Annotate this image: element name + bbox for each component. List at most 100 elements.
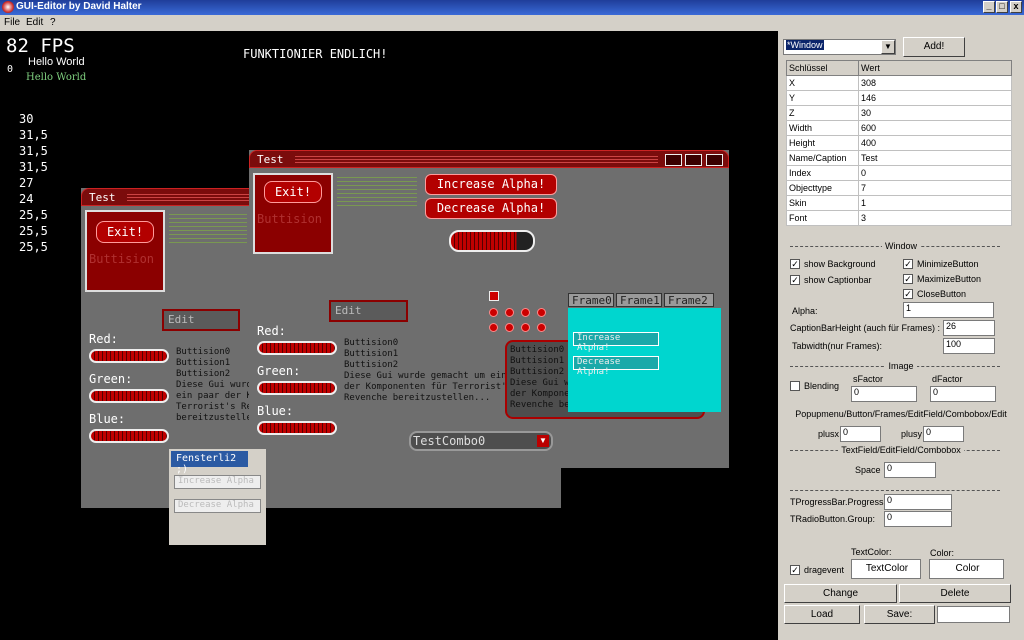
radio-button[interactable]: [537, 323, 546, 332]
red-progress-bar[interactable]: [257, 341, 337, 355]
table-row[interactable]: Skin 1: [786, 195, 1012, 211]
captionbarheight-input[interactable]: 26: [943, 320, 995, 336]
close-button[interactable]: x: [1010, 1, 1022, 13]
radio-button[interactable]: [505, 308, 514, 317]
popup-item-increase-alpha[interactable]: Increase Alpha: [174, 475, 261, 489]
exit-button[interactable]: Exit!: [264, 181, 322, 203]
frame-increase-alpha-button[interactable]: Increase Alpha!: [573, 332, 659, 353]
popup-title[interactable]: Fensterli2 ;): [171, 451, 248, 475]
number-item: 31,5: [19, 144, 48, 158]
row-value[interactable]: 600: [858, 120, 1012, 136]
blending-checkbox[interactable]: [790, 381, 800, 391]
alpha-input[interactable]: 1: [903, 302, 994, 318]
row-value[interactable]: 146: [858, 90, 1012, 106]
row-key: Objecttype: [786, 180, 859, 196]
test-window-front[interactable]: Test Exit! Buttision Increase Alpha! Dec…: [249, 150, 729, 468]
blue-progress-bar[interactable]: [257, 421, 337, 435]
minimize-button-checkbox[interactable]: ✓: [903, 259, 913, 269]
frame-decrease-alpha-button[interactable]: Decrease Alpha!: [573, 356, 659, 377]
menu-file[interactable]: File: [4, 17, 20, 28]
row-value[interactable]: 308: [858, 75, 1012, 91]
show-captionbar-checkbox[interactable]: ✓: [790, 275, 800, 285]
change-button[interactable]: Change: [784, 584, 897, 603]
red-progress-bar[interactable]: [89, 349, 169, 363]
row-value[interactable]: 7: [858, 180, 1012, 196]
render-canvas[interactable]: 82 FPS 0 Hello World Hello World FUNKTIO…: [0, 31, 778, 640]
window-minimize-button[interactable]: [665, 154, 682, 166]
maximize-button-checkbox[interactable]: ✓: [903, 274, 913, 284]
row-value[interactable]: 1: [858, 195, 1012, 211]
increase-alpha-button[interactable]: Increase Alpha!: [425, 174, 557, 195]
window-caption[interactable]: Test: [249, 150, 729, 168]
exit-button[interactable]: Exit!: [96, 221, 154, 243]
radio-button[interactable]: [489, 323, 498, 332]
close-button-checkbox[interactable]: ✓: [903, 289, 913, 299]
tabwidth-input[interactable]: 100: [943, 338, 995, 354]
chevron-down-icon[interactable]: ▼: [881, 40, 895, 54]
table-row[interactable]: Name/Caption Test: [786, 150, 1012, 166]
maximize-button[interactable]: □: [996, 1, 1008, 13]
row-value[interactable]: 30: [858, 105, 1012, 121]
popup-item-decrease-alpha[interactable]: Decrease Alpha: [174, 499, 261, 513]
table-row[interactable]: X 308: [786, 75, 1012, 91]
minimize-button-label: MinimizeButton: [917, 259, 979, 269]
row-value[interactable]: 0: [858, 165, 1012, 181]
color-button[interactable]: Color: [929, 559, 1004, 579]
window-close-button[interactable]: [706, 154, 723, 166]
minimize-button[interactable]: _: [983, 1, 995, 13]
blue-label: Blue:: [257, 404, 294, 418]
save-filename-input[interactable]: [937, 606, 1010, 623]
blue-progress-bar[interactable]: [89, 429, 169, 443]
table-row[interactable]: Objecttype 7: [786, 180, 1012, 196]
plusy-label: plusy: [901, 429, 923, 439]
title-bar: GUI-Editor by David Halter _ □ x: [0, 0, 1024, 15]
green-progress-bar[interactable]: [89, 389, 169, 403]
radio-button[interactable]: [537, 308, 546, 317]
tab-frame0[interactable]: Frame0: [568, 293, 614, 307]
popup-menu[interactable]: Fensterli2 ;) Increase Alpha Decrease Al…: [169, 449, 266, 545]
combobox-arrow-icon[interactable]: ▼: [537, 435, 549, 447]
radio-button[interactable]: [521, 323, 530, 332]
dfactor-input[interactable]: 0: [930, 386, 996, 402]
table-row[interactable]: Height 400: [786, 135, 1012, 151]
row-value[interactable]: Test: [858, 150, 1012, 166]
space-input[interactable]: 0: [884, 462, 936, 478]
table-row[interactable]: Y 146: [786, 90, 1012, 106]
alpha-progress-bar[interactable]: [449, 230, 535, 252]
tab-frame1[interactable]: Frame1: [616, 293, 662, 307]
save-button[interactable]: Save:: [864, 605, 935, 624]
table-row[interactable]: Width 600: [786, 120, 1012, 136]
row-value[interactable]: 400: [858, 135, 1012, 151]
window-maximize-button[interactable]: [685, 154, 702, 166]
table-row[interactable]: Z 30: [786, 105, 1012, 121]
tab-frame2[interactable]: Frame2: [664, 293, 714, 307]
edit-field[interactable]: Edit: [162, 309, 240, 331]
progress-input[interactable]: 0: [884, 494, 952, 510]
green-progress-bar[interactable]: [257, 381, 337, 395]
delete-button[interactable]: Delete: [899, 584, 1011, 603]
dragevent-checkbox[interactable]: ✓: [790, 565, 800, 575]
textcolor-button[interactable]: TextColor: [851, 559, 921, 579]
menu-help[interactable]: ?: [50, 17, 56, 28]
load-button[interactable]: Load: [784, 605, 860, 624]
radio-button[interactable]: [521, 308, 530, 317]
edit-field[interactable]: Edit: [329, 300, 408, 322]
decrease-alpha-button[interactable]: Decrease Alpha!: [425, 198, 557, 219]
plusx-input[interactable]: 0: [840, 426, 881, 442]
radio-button[interactable]: [505, 323, 514, 332]
table-row[interactable]: Font 3: [786, 210, 1012, 226]
radio-group-input[interactable]: 0: [884, 511, 952, 527]
menu-edit[interactable]: Edit: [26, 17, 43, 28]
sfactor-input[interactable]: 0: [851, 386, 917, 402]
checkbox[interactable]: [489, 291, 499, 301]
show-background-checkbox[interactable]: ✓: [790, 259, 800, 269]
add-button[interactable]: Add!: [903, 37, 965, 57]
test-combobox[interactable]: TestCombo0 ▼: [409, 431, 553, 451]
green-text-noise: [337, 177, 417, 207]
radio-button[interactable]: [489, 308, 498, 317]
plusy-input[interactable]: 0: [923, 426, 964, 442]
row-value[interactable]: 3: [858, 210, 1012, 226]
object-type-select[interactable]: *Window ▼: [783, 39, 896, 55]
table-row[interactable]: Index 0: [786, 165, 1012, 181]
column-header-key: Schlüssel: [786, 60, 859, 76]
